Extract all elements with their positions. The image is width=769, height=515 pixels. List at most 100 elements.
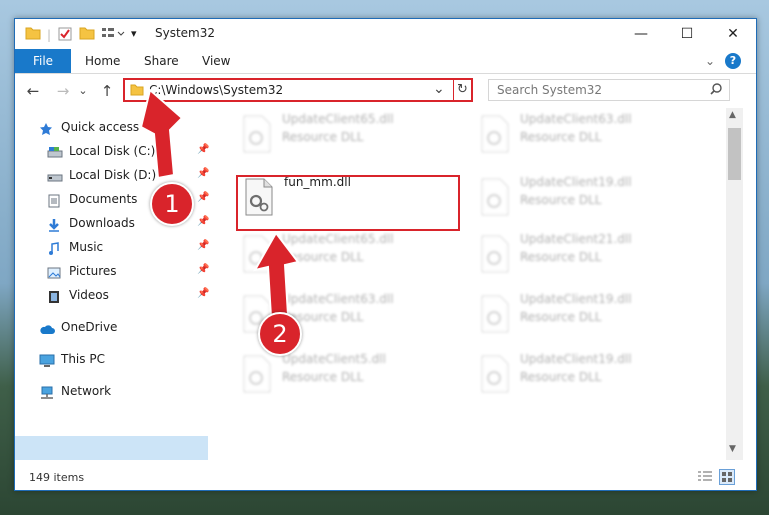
videos-icon: [47, 289, 63, 303]
search-input[interactable]: Search System32: [488, 79, 730, 101]
folder-icon[interactable]: [25, 26, 41, 43]
sidebar-item-onedrive[interactable]: OneDrive: [39, 316, 117, 338]
network-icon: [39, 385, 55, 399]
file-description: Resource DLL: [520, 130, 602, 144]
pin-icon: 📌: [197, 192, 210, 203]
file-item[interactable]: UpdateClient19.dll Resource DLL: [470, 171, 700, 223]
customize-toolbar-icon[interactable]: [101, 26, 127, 43]
back-button[interactable]: ←: [23, 81, 43, 101]
sidebar-item-quick-access[interactable]: Quick access: [39, 116, 139, 138]
step-2-badge: 2: [258, 312, 302, 356]
pictures-icon: [47, 265, 63, 279]
file-name: UpdateClient19.dll: [520, 175, 632, 189]
tab-home[interactable]: Home: [85, 49, 120, 73]
sidebar-item-videos[interactable]: Videos: [47, 284, 109, 306]
file-description: Resource DLL: [282, 130, 364, 144]
items-count: 149 items: [29, 471, 85, 484]
sidebar-item-local-disk-c[interactable]: Local Disk (C:): [47, 140, 155, 162]
forward-button[interactable]: →: [53, 81, 73, 101]
recent-locations-button[interactable]: ⌄: [73, 81, 93, 101]
sidebar-item-label: Local Disk (C:): [69, 144, 156, 158]
disk-icon: [47, 169, 63, 183]
pin-icon: 📌: [197, 264, 210, 275]
scroll-up-icon[interactable]: ▲: [729, 110, 736, 120]
tab-view[interactable]: View: [202, 49, 230, 73]
file-item[interactable]: UpdateClient19.dll Resource DLL: [470, 348, 700, 400]
computer-icon: [39, 353, 55, 367]
file-item[interactable]: UpdateClient19.dll Resource DLL: [470, 288, 700, 340]
selected-highlight: [15, 436, 208, 460]
file-name: UpdateClient63.dll: [282, 292, 394, 306]
sidebar-item-this-pc[interactable]: This PC: [39, 348, 105, 370]
explorer-window: | ▾ System32 — ☐ ✕ File Home Share View …: [14, 18, 757, 491]
file-description: Resource DLL: [520, 193, 602, 207]
sidebar-item-local-disk-d[interactable]: Local Disk (D:): [47, 164, 156, 186]
file-name: UpdateClient65.dll: [282, 232, 394, 246]
pin-icon: 📌: [197, 144, 210, 155]
sidebar-item-label: Quick access: [61, 120, 140, 134]
file-name: UpdateClient19.dll: [520, 352, 632, 366]
file-item[interactable]: UpdateClient65.dll Resource DLL: [232, 108, 462, 160]
large-icons-view-icon[interactable]: [719, 469, 735, 485]
maximize-button[interactable]: ☐: [664, 19, 710, 49]
status-bar: 149 items: [15, 464, 756, 490]
file-description: Resource DLL: [520, 250, 602, 264]
sidebar-item-label: Videos: [69, 288, 109, 302]
file-item[interactable]: UpdateClient65.dll Resource DLL: [232, 228, 462, 280]
downloads-icon: [47, 217, 63, 232]
file-item[interactable]: UpdateClient63.dll Resource DLL: [470, 108, 700, 160]
file-name: UpdateClient5.dll: [282, 352, 386, 366]
pin-icon: 📌: [197, 240, 210, 251]
quick-access-dropdown-icon[interactable]: ▾: [131, 27, 137, 40]
window-title: System32: [155, 26, 216, 40]
title-bar: | ▾ System32 — ☐ ✕: [15, 19, 756, 49]
expand-ribbon-icon[interactable]: ⌄: [705, 49, 715, 73]
properties-icon[interactable]: [57, 26, 73, 45]
dll-file-icon: [240, 114, 274, 154]
sidebar-item-label: Music: [69, 240, 104, 254]
new-folder-icon[interactable]: [79, 26, 95, 43]
vertical-scrollbar[interactable]: ▲ ▼: [726, 108, 743, 460]
help-icon[interactable]: ?: [725, 53, 741, 69]
star-icon: [39, 121, 55, 135]
separator: |: [47, 28, 52, 42]
address-path: C:\Windows\System32: [149, 83, 284, 97]
scroll-down-icon[interactable]: ▼: [729, 444, 736, 454]
dll-file-icon: [478, 114, 512, 154]
refresh-button[interactable]: ↻: [457, 82, 468, 97]
dll-file-icon: [478, 234, 512, 274]
sidebar-item-pictures[interactable]: Pictures: [47, 260, 117, 282]
pin-icon: 📌: [197, 168, 210, 179]
address-bar[interactable]: C:\Windows\System32 ⌄ ↻: [123, 78, 473, 102]
tab-share[interactable]: Share: [144, 49, 179, 73]
ribbon-tabs: File Home Share View ⌄ ?: [15, 49, 756, 74]
file-name: UpdateClient19.dll: [520, 292, 632, 306]
tab-file[interactable]: File: [15, 49, 71, 73]
up-button[interactable]: ↑: [97, 81, 117, 101]
search-icon[interactable]: [709, 82, 723, 99]
sidebar-item-downloads[interactable]: Downloads: [47, 212, 135, 234]
close-button[interactable]: ✕: [710, 19, 756, 49]
address-row: ← → ⌄ ↑ C:\Windows\System32 ⌄ ↻ Search S…: [15, 74, 756, 108]
sidebar-item-label: Local Disk (D:): [69, 168, 157, 182]
address-dropdown-icon[interactable]: ⌄: [433, 81, 445, 97]
details-view-icon[interactable]: [697, 470, 713, 487]
file-item[interactable]: UpdateClient5.dll Resource DLL: [232, 348, 462, 400]
file-description: Resource DLL: [282, 250, 364, 264]
file-list: UpdateClient65.dll Resource DLL UpdateCl…: [212, 108, 725, 458]
pin-icon: 📌: [197, 288, 210, 299]
sidebar-item-label: OneDrive: [61, 320, 118, 334]
dll-file-icon: [478, 294, 512, 334]
scrollbar-thumb[interactable]: [728, 128, 741, 180]
dll-file-icon: [478, 354, 512, 394]
sidebar-item-label: Pictures: [69, 264, 117, 278]
sidebar-item-network[interactable]: Network: [39, 380, 111, 402]
highlight-box-file: [236, 175, 460, 231]
file-item[interactable]: UpdateClient21.dll Resource DLL: [470, 228, 700, 280]
folder-icon: [130, 83, 144, 100]
sidebar-item-music[interactable]: Music: [47, 236, 103, 258]
minimize-button[interactable]: —: [618, 19, 664, 49]
sidebar-item-documents[interactable]: Documents: [47, 188, 137, 210]
pin-icon: 📌: [197, 216, 210, 227]
navigation-pane: Quick access Local Disk (C:) 📌 Local Dis…: [15, 108, 211, 460]
